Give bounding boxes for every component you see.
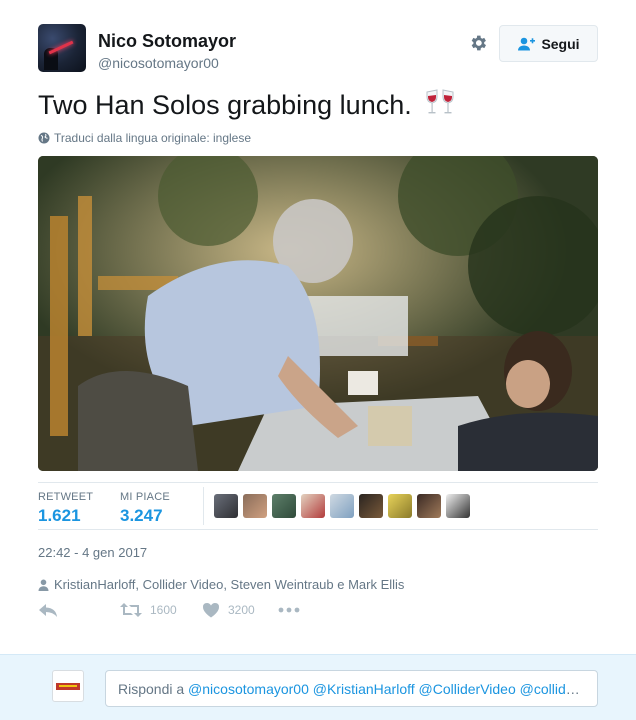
follow-label: Segui <box>541 35 580 52</box>
tweet-timestamp[interactable]: 22:42 - 4 gen 2017 <box>38 545 147 560</box>
retweet-stat-count: 1.621 <box>38 506 81 525</box>
liker-avatar[interactable] <box>446 494 470 518</box>
retweet-icon <box>120 603 142 617</box>
translate-label: Traduci dalla lingua originale: inglese <box>54 131 252 145</box>
liker-avatar[interactable] <box>417 494 441 518</box>
author-avatar[interactable] <box>38 24 86 72</box>
add-user-icon <box>518 37 536 50</box>
gear-icon[interactable] <box>468 33 488 53</box>
reply-area: Rispondi a @nicosotomayor00 @KristianHar… <box>0 654 636 720</box>
reply-prefix: Rispondi a <box>118 681 189 697</box>
wine-glasses-icon <box>426 89 454 114</box>
liker-avatar[interactable] <box>272 494 296 518</box>
author-name[interactable]: Nico Sotomayor <box>98 31 236 52</box>
reply-mentions: @nicosotomayor00 @KristianHarloff @Colli… <box>188 681 588 697</box>
tweet-body: Two Han Solos grabbing lunch. <box>38 88 457 121</box>
retweet-button[interactable]: 1600 <box>120 602 177 618</box>
tweet-stats: RETWEET 1.621 MI PIACE 3.247 <box>38 482 598 530</box>
mentions-line: KristianHarloff, Collider Video, Steven … <box>38 577 404 592</box>
liker-avatar[interactable] <box>243 494 267 518</box>
liker-avatar[interactable] <box>214 494 238 518</box>
translate-link[interactable]: Traduci dalla lingua originale: inglese <box>38 131 251 145</box>
reply-input[interactable]: Rispondi a @nicosotomayor00 @KristianHar… <box>105 670 598 707</box>
retweet-stat[interactable]: RETWEET 1.621 <box>38 491 93 526</box>
globe-icon <box>38 132 50 144</box>
follow-button[interactable]: Segui <box>499 25 598 62</box>
photo-illustration <box>38 156 598 471</box>
more-button[interactable] <box>278 602 300 618</box>
mentions-text[interactable]: KristianHarloff, Collider Video, Steven … <box>54 577 404 592</box>
liker-avatar[interactable] <box>359 494 383 518</box>
retweet-stat-label: RETWEET <box>38 491 94 503</box>
current-user-avatar[interactable] <box>52 670 84 702</box>
liker-avatar[interactable] <box>301 494 325 518</box>
likers-avatars <box>214 494 470 518</box>
heart-icon <box>203 603 219 618</box>
tweet-photo[interactable] <box>38 156 598 471</box>
tweet-text: Two Han Solos grabbing lunch. <box>38 90 412 120</box>
more-icon <box>278 607 300 613</box>
tweet-actions: 1600 3200 <box>38 602 438 624</box>
like-stat-count: 3.247 <box>120 506 163 525</box>
avatar-logo-bar <box>59 685 77 687</box>
reply-icon <box>39 604 57 617</box>
retweet-action-count: 1600 <box>150 603 177 617</box>
liker-avatar[interactable] <box>388 494 412 518</box>
user-icon <box>38 579 49 591</box>
author-handle[interactable]: @nicosotomayor00 <box>98 55 219 71</box>
tweet-header: Nico Sotomayor @nicosotomayor00 Segui <box>38 24 598 74</box>
stats-divider <box>203 487 204 525</box>
like-stat[interactable]: MI PIACE 3.247 <box>120 491 170 526</box>
like-stat-label: MI PIACE <box>120 491 170 503</box>
liker-avatar[interactable] <box>330 494 354 518</box>
reply-button[interactable] <box>38 602 58 618</box>
like-action-count: 3200 <box>228 603 255 617</box>
like-button[interactable]: 3200 <box>202 602 255 618</box>
